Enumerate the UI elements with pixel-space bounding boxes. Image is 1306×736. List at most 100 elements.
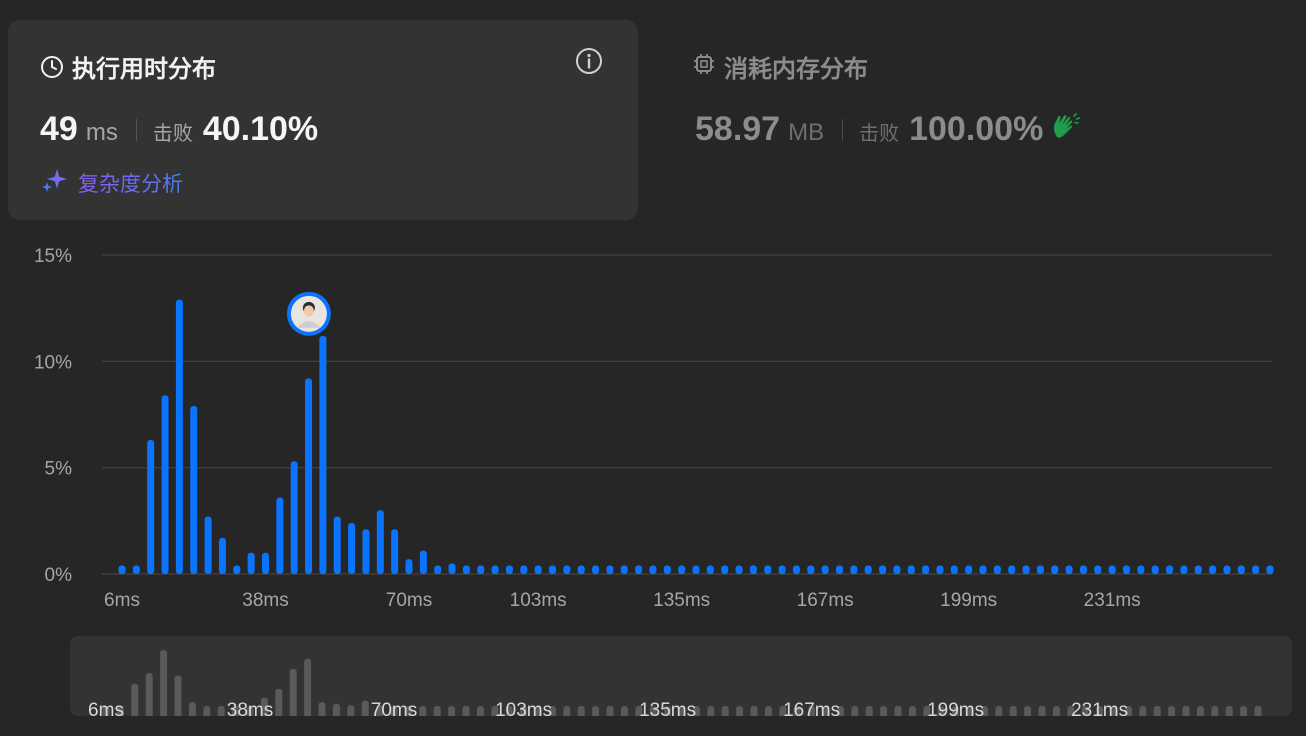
overview-bar <box>347 705 355 716</box>
histogram-bar[interactable] <box>563 565 571 574</box>
histogram-bar[interactable] <box>735 565 743 574</box>
histogram-bar[interactable] <box>391 529 399 574</box>
histogram-bar[interactable] <box>362 529 370 574</box>
clap-icon <box>1051 113 1081 146</box>
histogram-bar[interactable] <box>1108 565 1116 574</box>
histogram-bar[interactable] <box>692 565 700 574</box>
overview-bar <box>332 703 340 716</box>
histogram-bar[interactable] <box>1223 565 1231 574</box>
x-tick-label: 38ms <box>242 590 288 611</box>
histogram-bar[interactable] <box>706 565 714 574</box>
histogram-bar[interactable] <box>233 565 241 574</box>
histogram-bar[interactable] <box>1065 565 1073 574</box>
histogram-bar[interactable] <box>649 565 657 574</box>
histogram-bar[interactable] <box>864 565 872 574</box>
histogram-bar[interactable] <box>118 565 126 574</box>
histogram-bar[interactable] <box>879 565 887 574</box>
overview-bar <box>1254 706 1262 716</box>
histogram-bar[interactable] <box>1237 565 1245 574</box>
overview-bar <box>620 706 628 716</box>
histogram-bar[interactable] <box>448 563 456 574</box>
histogram-bar[interactable] <box>635 565 643 574</box>
histogram-bar[interactable] <box>1137 565 1145 574</box>
user-avatar-marker[interactable] <box>286 291 331 336</box>
histogram-bar[interactable] <box>1209 565 1217 574</box>
histogram-bar[interactable] <box>965 565 973 574</box>
histogram-bar[interactable] <box>606 565 614 574</box>
histogram-bar[interactable] <box>348 522 356 574</box>
overview-bar <box>865 706 873 716</box>
histogram-bar[interactable] <box>993 565 1001 574</box>
stat-divider <box>842 118 844 141</box>
histogram-bar[interactable] <box>534 565 542 574</box>
histogram-bar[interactable] <box>1166 565 1174 574</box>
histogram-bar[interactable] <box>922 565 930 574</box>
histogram-bar[interactable] <box>1194 565 1202 574</box>
histogram-bar[interactable] <box>147 440 155 574</box>
histogram-bar[interactable] <box>405 559 413 574</box>
histogram-bar[interactable] <box>979 565 987 574</box>
overview-bar <box>563 706 571 716</box>
complexity-analysis-button[interactable]: 复杂度分析 <box>40 166 183 199</box>
info-icon[interactable] <box>574 46 604 76</box>
histogram-bar[interactable] <box>333 516 341 574</box>
histogram-bar[interactable] <box>663 565 671 574</box>
histogram-bar[interactable] <box>936 565 944 574</box>
histogram-bar[interactable] <box>778 565 786 574</box>
histogram-bar[interactable] <box>462 565 470 574</box>
histogram-bar[interactable] <box>132 565 140 574</box>
histogram-bar[interactable] <box>161 395 169 574</box>
histogram-bar[interactable] <box>218 537 226 574</box>
histogram-bar[interactable] <box>850 565 858 574</box>
chart-range-overview[interactable]: 6ms 38ms 70ms 103ms 135ms 167ms 199ms 231ms <box>70 636 1292 716</box>
histogram-bar[interactable] <box>1051 565 1059 574</box>
histogram-bar[interactable] <box>821 565 829 574</box>
histogram-bar[interactable] <box>950 565 958 574</box>
memory-distribution-tab[interactable]: 消耗内存分布 <box>692 49 868 84</box>
histogram-bar[interactable] <box>549 565 556 574</box>
runtime-distribution-card[interactable]: 执行用时分布 49 ms 击败 40.10% 复杂度分析 <box>8 20 638 220</box>
x-tick-label: 135ms <box>653 590 710 611</box>
complexity-analysis-label: 复杂度分析 <box>78 168 183 198</box>
histogram-bar[interactable] <box>749 565 757 574</box>
overview-bar <box>577 706 585 716</box>
histogram-bar[interactable] <box>1151 565 1159 574</box>
histogram-bar[interactable] <box>204 516 212 574</box>
histogram-bar[interactable] <box>276 497 284 574</box>
histogram-bar[interactable] <box>376 510 384 574</box>
histogram-bar[interactable] <box>1123 565 1130 574</box>
histogram-bar[interactable] <box>290 461 298 574</box>
histogram-bar[interactable] <box>764 565 772 574</box>
histogram-bar[interactable] <box>1252 565 1260 574</box>
histogram-bar[interactable] <box>592 565 600 574</box>
histogram-bar[interactable] <box>1079 565 1087 574</box>
histogram-bar[interactable] <box>620 565 628 574</box>
histogram-bar[interactable] <box>807 565 815 574</box>
histogram-bar[interactable] <box>247 552 255 574</box>
histogram-bar[interactable] <box>577 565 585 574</box>
histogram-bar[interactable] <box>1036 565 1044 574</box>
histogram-bar[interactable] <box>520 565 528 574</box>
histogram-bar[interactable] <box>907 565 915 574</box>
histogram-bar[interactable] <box>477 565 485 574</box>
overview-bar <box>289 668 297 716</box>
histogram-bar[interactable] <box>1266 565 1274 574</box>
histogram-bar[interactable] <box>1180 565 1188 574</box>
histogram-bar[interactable] <box>505 565 513 574</box>
histogram-bar[interactable] <box>419 550 427 574</box>
histogram-bar[interactable] <box>792 565 800 574</box>
histogram-bar[interactable] <box>678 565 686 574</box>
histogram-bar[interactable] <box>721 565 729 574</box>
histogram-bar[interactable] <box>434 565 442 574</box>
histogram-bar[interactable] <box>175 299 183 574</box>
histogram-bar[interactable] <box>491 565 499 574</box>
histogram-bar[interactable] <box>1022 565 1030 574</box>
histogram-bar[interactable] <box>893 565 901 574</box>
histogram-bar[interactable] <box>305 378 313 574</box>
histogram-bar[interactable] <box>190 405 198 574</box>
histogram-bar[interactable] <box>836 565 843 574</box>
histogram-bar[interactable] <box>262 552 269 574</box>
histogram-bar[interactable] <box>319 335 327 574</box>
histogram-bar[interactable] <box>1094 565 1102 574</box>
histogram-bar[interactable] <box>1008 565 1016 574</box>
